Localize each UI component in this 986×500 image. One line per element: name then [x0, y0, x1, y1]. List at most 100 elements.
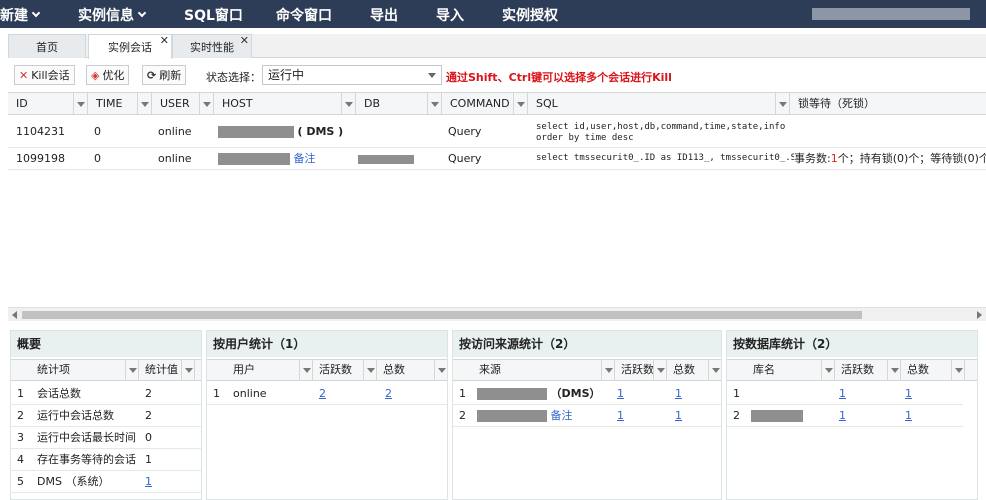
sort-icon[interactable]	[601, 360, 614, 380]
col-db-name[interactable]: 库名	[747, 360, 835, 380]
list-item[interactable]: 1 （DMS） 1 1	[453, 383, 721, 405]
tab-instance-sessions-label: 实例会话	[108, 41, 152, 54]
sort-icon[interactable]	[775, 93, 789, 114]
stat-value: 1	[145, 453, 152, 466]
sort-icon[interactable]	[299, 360, 312, 380]
active-count-link[interactable]: 1	[839, 405, 846, 427]
total-count-link[interactable]: 1	[675, 405, 682, 427]
col-time[interactable]: TIME	[88, 93, 152, 115]
sort-icon[interactable]	[708, 360, 721, 380]
tab-instance-sessions[interactable]: 实例会话 ✕	[88, 34, 172, 59]
col-source-label: 来源	[479, 363, 501, 376]
nav-import[interactable]: 导入	[436, 5, 464, 25]
sort-icon[interactable]	[199, 93, 213, 114]
list-item[interactable]: 2 运行中会话总数 2	[11, 405, 201, 427]
diamond-icon: ◈	[91, 68, 100, 82]
active-count-link[interactable]: 1	[617, 405, 624, 427]
col-user[interactable]: 用户	[227, 360, 313, 380]
col-total[interactable]: 总数	[377, 360, 447, 380]
cell-time: 0	[94, 125, 101, 138]
tab-home[interactable]: 首页	[8, 34, 86, 58]
horizontal-scrollbar[interactable]	[8, 307, 986, 321]
kill-session-button[interactable]: ✕ Kill会话	[14, 65, 75, 85]
list-item[interactable]: 3 运行中会话最长时间 0	[11, 427, 201, 449]
source-note[interactable]: 备注	[551, 409, 573, 422]
cell-host-note[interactable]: 备注	[294, 152, 316, 165]
redacted-source	[477, 388, 547, 400]
list-item[interactable]: 1 online 2 2	[207, 383, 447, 405]
user-account-redacted[interactable]	[812, 8, 970, 20]
active-count-link[interactable]: 1	[617, 383, 624, 405]
sort-icon[interactable]	[951, 360, 964, 380]
table-row[interactable]: 1104231 0 online ( DMS ) Query select id…	[8, 116, 986, 148]
col-host[interactable]: HOST	[214, 93, 356, 115]
col-active-label: 活跃数	[841, 363, 874, 376]
sort-icon[interactable]	[125, 360, 138, 380]
sort-icon[interactable]	[887, 360, 900, 380]
nav-new-menu[interactable]: 新建	[0, 5, 41, 25]
nav-instance-info-menu[interactable]: 实例信息	[78, 5, 147, 25]
scroll-left-icon[interactable]	[12, 311, 17, 319]
col-command[interactable]: COMMAND	[442, 93, 528, 115]
sort-icon[interactable]	[513, 93, 527, 114]
col-active[interactable]: 活跃数	[313, 360, 377, 380]
tab-realtime-performance[interactable]: 实时性能 ✕	[172, 34, 252, 58]
total-count-link[interactable]: 1	[905, 405, 912, 427]
sort-icon[interactable]	[434, 360, 447, 380]
refresh-button[interactable]: ⟳ 刷新	[142, 65, 187, 85]
col-total-label: 总数	[673, 363, 695, 376]
col-active[interactable]: 活跃数	[615, 360, 667, 380]
close-icon[interactable]: ✕	[240, 35, 249, 46]
sort-icon[interactable]	[653, 360, 666, 380]
kill-session-label: Kill会话	[31, 69, 70, 82]
scrollbar-thumb[interactable]	[22, 311, 862, 319]
total-count-link[interactable]: 1	[675, 383, 682, 405]
col-total[interactable]: 总数	[667, 360, 721, 380]
col-db[interactable]: DB	[356, 93, 442, 115]
optimize-button[interactable]: ◈ 优化	[86, 65, 130, 85]
col-active[interactable]: 活跃数	[835, 360, 901, 380]
col-user[interactable]: USER	[152, 93, 214, 115]
stat-value: 0	[145, 431, 152, 444]
sort-icon[interactable]	[363, 360, 376, 380]
col-lock-wait[interactable]: 锁等待（死锁）	[790, 93, 986, 115]
col-source[interactable]: 来源	[473, 360, 615, 380]
sort-icon[interactable]	[341, 93, 355, 114]
sort-icon[interactable]	[137, 93, 151, 114]
nav-instance-auth[interactable]: 实例授权	[502, 5, 558, 25]
scroll-right-icon[interactable]	[977, 311, 982, 319]
col-id[interactable]: ID	[8, 93, 88, 115]
table-row[interactable]: 1099198 0 online 备注 Query select tmssecu…	[8, 148, 986, 170]
col-total[interactable]: 总数	[901, 360, 965, 380]
list-item[interactable]: 5 DMS （系统） 1	[11, 471, 201, 493]
lock-txn-count: 1	[830, 152, 838, 165]
sort-icon[interactable]	[427, 93, 441, 114]
list-item[interactable]: 4 存在事务等待的会话 1	[11, 449, 201, 471]
col-stat-value[interactable]: 统计值	[139, 360, 195, 380]
col-sql[interactable]: SQL	[528, 93, 790, 115]
list-item[interactable]: 2 1 1	[727, 405, 963, 427]
sort-icon[interactable]	[73, 93, 87, 114]
active-count-link[interactable]: 2	[319, 383, 326, 405]
list-item[interactable]: 2 备注 1 1	[453, 405, 721, 427]
sort-icon[interactable]	[821, 360, 834, 380]
nav-sql-window[interactable]: SQL窗口	[184, 5, 243, 25]
total-count-link[interactable]: 1	[905, 383, 912, 405]
col-host-label: HOST	[222, 97, 253, 110]
nav-command-window[interactable]: 命令窗口	[276, 5, 332, 25]
nav-instance-auth-label: 实例授权	[502, 8, 558, 24]
row-number: 2	[459, 409, 466, 422]
list-item[interactable]: 1 会话总数 2	[11, 383, 201, 405]
nav-export[interactable]: 导出	[370, 5, 398, 25]
col-stat-item[interactable]: 统计项	[31, 360, 139, 380]
sort-icon[interactable]	[181, 360, 194, 380]
close-icon[interactable]: ✕	[160, 35, 169, 46]
state-filter-select[interactable]: 运行中	[262, 65, 442, 85]
list-item[interactable]: 1 1 1	[727, 383, 963, 405]
refresh-icon: ⟳	[147, 68, 157, 82]
active-count-link[interactable]: 1	[839, 383, 846, 405]
total-count-link[interactable]: 2	[385, 383, 392, 405]
row-number: 5	[17, 475, 24, 488]
stat-value-link[interactable]: 1	[145, 471, 152, 493]
stat-item: DMS （系统）	[37, 475, 110, 488]
